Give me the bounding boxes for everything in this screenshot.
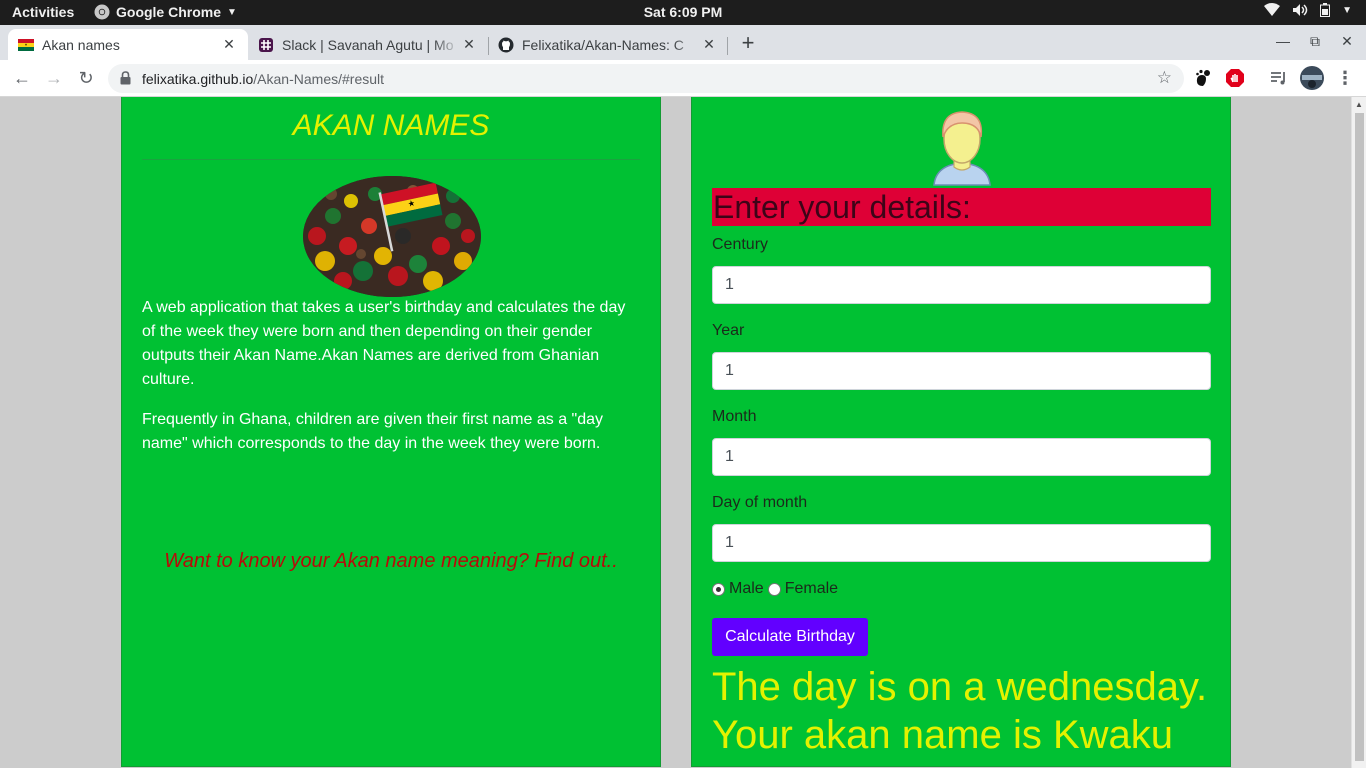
close-tab-icon[interactable]: ✕ [220, 36, 238, 53]
lock-icon [120, 71, 131, 85]
gnome-extension-icon[interactable] [1193, 68, 1213, 88]
tab-separator [727, 37, 728, 55]
gender-radio-group: Male Female [712, 580, 838, 598]
chrome-icon [94, 4, 110, 20]
github-icon [498, 37, 514, 52]
url-path: /Akan-Names/#result [253, 71, 385, 87]
month-label: Month [712, 408, 757, 425]
day-of-month-input[interactable] [712, 524, 1211, 562]
close-tab-icon[interactable]: ✕ [700, 36, 718, 53]
scroll-up-icon[interactable]: ▲ [1355, 100, 1363, 109]
app-name: Google Chrome [116, 4, 222, 20]
forward-icon[interactable]: → [42, 67, 66, 89]
male-label: Male [729, 580, 764, 597]
century-label: Century [712, 236, 769, 253]
ghana-crowd-illustration [303, 176, 481, 297]
tab-title: Slack | Savanah Agutu | Mo [282, 36, 454, 53]
activities-button[interactable]: Activities [12, 4, 74, 20]
wifi-icon [1264, 3, 1281, 16]
url-host: felixatika.github.io [142, 71, 254, 87]
back-icon[interactable]: ← [10, 67, 34, 89]
close-window-icon[interactable]: ✕ [1337, 33, 1357, 53]
female-label: Female [784, 580, 839, 597]
tab-strip: Akan names ✕ Slack | Savanah Agutu | Mo … [0, 25, 1366, 60]
result-day: The day is on a wednesday. [712, 665, 1208, 709]
year-label: Year [712, 322, 745, 339]
tab-slack[interactable]: Slack | Savanah Agutu | Mo ✕ [248, 29, 488, 60]
title-divider [142, 159, 640, 160]
form-heading: Enter your details: [712, 188, 1211, 226]
bookmark-star-icon[interactable]: ☆ [1157, 68, 1172, 88]
century-input[interactable] [712, 266, 1211, 304]
calculate-birthday-button[interactable]: Calculate Birthday [712, 618, 868, 656]
tab-github[interactable]: Felixatika/Akan-Names: C ✕ [488, 29, 728, 60]
browser-toolbar: ← → ↻ felixatika.github.io/Akan-Names/#r… [0, 60, 1366, 97]
clock[interactable]: Sat 6:09 PM [644, 4, 723, 20]
chevron-down-icon: ▼ [227, 6, 237, 18]
minimize-icon[interactable]: — [1273, 33, 1293, 53]
app-menu[interactable]: Google Chrome ▼ [94, 4, 237, 20]
url-text: felixatika.github.io/Akan-Names/#result [142, 71, 384, 87]
app-description: A web application that takes a user's bi… [142, 299, 626, 388]
result-akan-name: Your akan name is Kwaku [712, 713, 1174, 757]
page-scrollbar[interactable]: ▲ [1351, 97, 1366, 768]
month-input[interactable] [712, 438, 1211, 476]
day-of-month-label: Day of month [712, 494, 808, 511]
ghana-crowd-image [303, 176, 481, 297]
volume-icon [1293, 4, 1308, 16]
reload-icon[interactable]: ↻ [74, 67, 98, 89]
page-title: AKAN NAMES [292, 109, 490, 142]
user-avatar-icon [933, 111, 991, 186]
slack-icon [259, 37, 273, 52]
form-panel: Enter your details: Century Year Month D… [691, 97, 1231, 767]
media-controls-icon[interactable] [1269, 68, 1289, 88]
tab-akan-names[interactable]: Akan names ✕ [8, 29, 248, 60]
restore-icon[interactable]: ⧉ [1305, 33, 1325, 53]
ghana-flag-icon [18, 38, 34, 51]
male-radio[interactable] [712, 582, 725, 596]
system-top-bar: Activities Google Chrome ▼ Sat 6:09 PM ▼ [0, 0, 1366, 25]
more-menu-icon[interactable]: ⋮ [1333, 67, 1357, 89]
avatar[interactable] [1300, 66, 1324, 90]
battery-icon [1320, 3, 1331, 17]
result-text: The day is on a wednesday. Your akan nam… [712, 663, 1222, 759]
adblock-extension-icon[interactable] [1225, 68, 1245, 88]
intro-panel: AKAN NAMES A web application that takes … [121, 97, 661, 767]
meaning-link-text: Want to know your Akan name meaning? Fin… [164, 550, 618, 572]
scrollbar-thumb[interactable] [1355, 113, 1364, 761]
system-tray[interactable]: ▼ [1264, 3, 1352, 17]
female-radio[interactable] [767, 582, 781, 596]
close-tab-icon[interactable]: ✕ [460, 36, 478, 53]
tab-title: Felixatika/Akan-Names: C [522, 36, 684, 53]
year-input[interactable] [712, 352, 1211, 390]
tab-title: Akan names [42, 36, 120, 53]
address-bar[interactable]: felixatika.github.io/Akan-Names/#result … [108, 64, 1184, 93]
new-tab-button[interactable]: + [736, 32, 760, 56]
chevron-down-icon: ▼ [1342, 4, 1352, 16]
day-name-description: Frequently in Ghana, children are given … [142, 411, 604, 452]
page-viewport: AKAN NAMES A web application that takes … [0, 97, 1366, 768]
